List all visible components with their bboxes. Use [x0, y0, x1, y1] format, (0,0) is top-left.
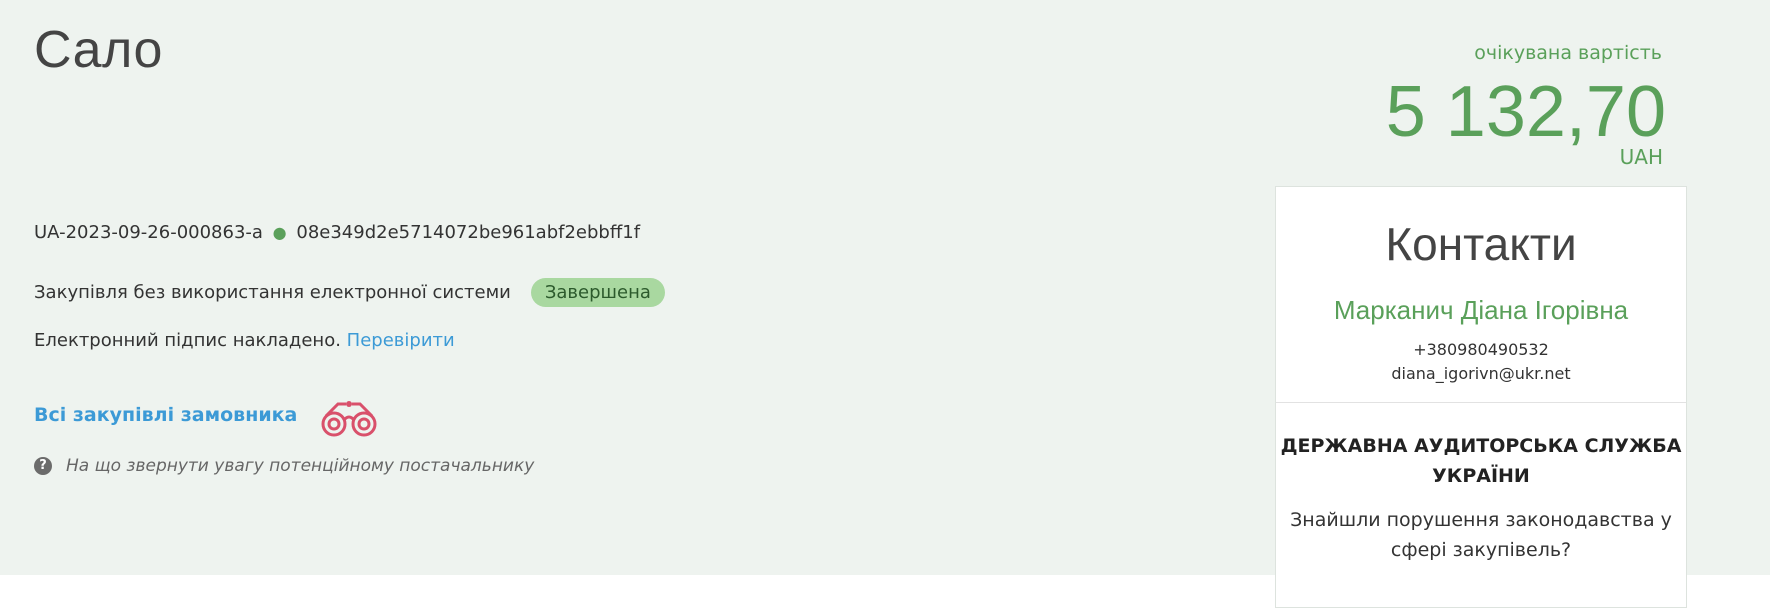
contact-phone[interactable]: +380980490532 — [1276, 338, 1686, 362]
binoculars-icon[interactable] — [318, 400, 382, 438]
audit-service-title: ДЕРЖАВНА АУДИТОРСЬКА СЛУЖБА УКРАЇНИ — [1280, 435, 1682, 487]
contacts-title: Контакти — [1385, 218, 1577, 270]
contacts-card: Контакти Марканич Діана Ігорівна +380980… — [1275, 186, 1687, 608]
tender-id: UA-2023-09-26-000863-a — [34, 222, 263, 243]
tender-hash: 08e349d2e5714072be961abf2ebbff1f — [296, 222, 641, 243]
tender-identifiers: UA-2023-09-26-000863-a ● 08e349d2e571407… — [34, 222, 640, 243]
contact-name: Марканич Діана Ігорівна — [1333, 295, 1629, 325]
separator-dot-icon: ● — [272, 223, 287, 242]
all-purchases-link[interactable]: Всі закупівлі замовника — [34, 404, 297, 426]
signature-line: Електронний підпис накладено. Перевірити — [34, 330, 455, 351]
expected-value-currency: UAH — [1619, 145, 1663, 169]
expected-value-amount: 5 132,70 — [1385, 72, 1666, 152]
expected-value-label: очікувана вартість — [1474, 42, 1662, 64]
contact-email[interactable]: diana_igorivn@ukr.net — [1276, 362, 1686, 386]
procedure-type: Закупівля без використання електронної с… — [34, 282, 511, 303]
contacts-divider — [1276, 402, 1686, 403]
question-circle-icon: ? — [34, 457, 52, 475]
page-title: Сало — [34, 21, 163, 79]
supplier-hint[interactable]: ? На що звернути увагу потенційному пост… — [34, 456, 534, 476]
signature-text: Електронний підпис накладено. — [34, 330, 341, 351]
procedure-line: Закупівля без використання електронної с… — [34, 278, 665, 307]
verify-signature-link[interactable]: Перевірити — [347, 330, 455, 351]
hint-text: На що звернути увагу потенційному постач… — [66, 456, 535, 476]
audit-service-text[interactable]: Знайшли порушення законодавства у сфері … — [1276, 505, 1686, 565]
status-badge: Завершена — [530, 278, 665, 307]
